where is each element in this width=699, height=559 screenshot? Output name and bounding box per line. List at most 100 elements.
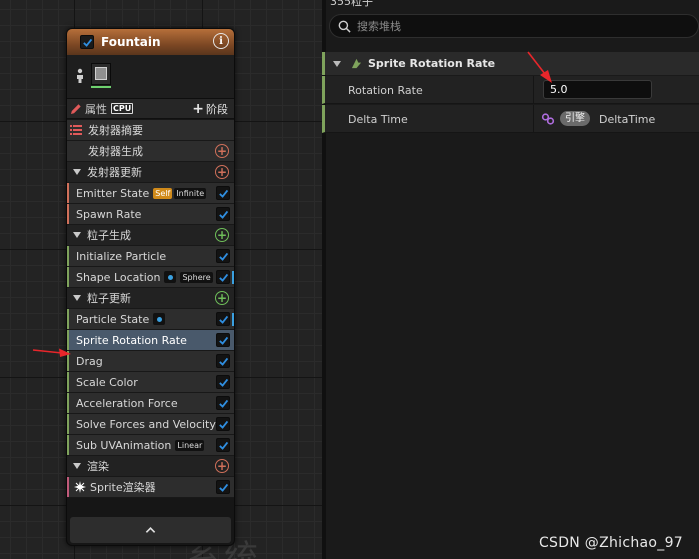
- search-box[interactable]: [329, 14, 699, 38]
- collapse-node-button[interactable]: [70, 517, 231, 543]
- properties-label: 属性: [85, 102, 107, 116]
- category-header-sprite-rotation-rate[interactable]: Sprite Rotation Rate: [322, 52, 699, 75]
- collapse-triangle-icon[interactable]: [73, 463, 81, 469]
- module-enable-checkbox[interactable]: [216, 249, 230, 263]
- checkmark-icon: [82, 38, 92, 47]
- checkmark-icon: [218, 210, 228, 219]
- collapse-triangle-icon[interactable]: [73, 232, 81, 238]
- module-enable-checkbox[interactable]: [216, 207, 230, 221]
- annotation-arrow-left: [32, 348, 71, 357]
- checkmark-icon: [218, 441, 228, 450]
- module-row-scale-color[interactable]: Scale Color: [67, 372, 234, 393]
- module-tag: Self: [153, 187, 173, 199]
- output-indicator: [232, 313, 234, 326]
- checkmark-icon: [218, 378, 228, 387]
- module-label: Acceleration Force: [76, 396, 178, 410]
- module-label: Sprite渲染器: [90, 481, 156, 494]
- module-row-emitter-state[interactable]: Emitter State Self Infinite: [67, 183, 234, 204]
- module-row-shape-location[interactable]: Shape Location Sphere: [67, 267, 234, 288]
- module-enable-checkbox[interactable]: [216, 396, 230, 410]
- emitter-enable-checkbox[interactable]: [80, 35, 94, 49]
- module-label: Shape Location: [76, 270, 161, 284]
- module-icon: [351, 58, 362, 69]
- pencil-icon: [71, 103, 81, 114]
- sparkle-icon: [74, 481, 86, 493]
- module-tag: Infinite: [174, 187, 207, 199]
- module-enable-checkbox[interactable]: [216, 417, 230, 431]
- add-module-icon[interactable]: +: [215, 165, 229, 179]
- module-row-acceleration-force[interactable]: Acceleration Force: [67, 393, 234, 414]
- module-enable-checkbox[interactable]: [216, 333, 230, 347]
- rotation-rate-input[interactable]: 5.0: [543, 80, 652, 99]
- column-splitter[interactable]: [533, 105, 534, 133]
- emitter-node[interactable]: Fountain i 属性 CPU + 阶段 发射器摘要发射器生成 + 发射器更新 +…: [66, 28, 235, 546]
- module-row-sprite[interactable]: Sprite渲染器: [67, 477, 234, 498]
- module-enable-checkbox[interactable]: [216, 186, 230, 200]
- checkmark-icon: [218, 252, 228, 261]
- module-label: Particle State: [76, 312, 150, 326]
- module-stack: 发射器摘要发射器生成 + 发射器更新 + Emitter State Self Infini…: [67, 120, 234, 498]
- link-icon[interactable]: [541, 112, 555, 126]
- section-label: 发射器更新: [87, 166, 142, 179]
- module-label: Solve Forces and Velocity: [76, 417, 216, 431]
- module-row-solve-forces-and-velocity[interactable]: Solve Forces and Velocity: [67, 414, 234, 435]
- checkmark-icon: [218, 189, 228, 198]
- stage-section-8[interactable]: 粒子更新 +: [67, 288, 234, 309]
- module-enable-checkbox[interactable]: [216, 270, 230, 284]
- module-row-sub-uvanimation[interactable]: Sub UVAnimation Linear: [67, 435, 234, 456]
- stage-section-2[interactable]: 发射器更新 +: [67, 162, 234, 183]
- add-module-icon[interactable]: +: [215, 228, 229, 242]
- module-enable-checkbox[interactable]: [216, 480, 230, 494]
- module-label: Emitter State: [76, 186, 150, 200]
- checkmark-icon: [218, 420, 228, 429]
- dot-indicator-icon: [153, 313, 166, 325]
- stage-section-5[interactable]: 粒子生成 +: [67, 225, 234, 246]
- list-icon: [70, 125, 82, 135]
- add-module-icon[interactable]: +: [215, 144, 229, 158]
- add-module-icon[interactable]: +: [215, 291, 229, 305]
- section-label: 粒子生成: [87, 229, 131, 242]
- category-title: Sprite Rotation Rate: [368, 57, 496, 70]
- property-row-rotation-rate: Rotation Rate 5.0: [322, 76, 699, 104]
- chevron-up-icon: [145, 526, 156, 533]
- module-enable-checkbox[interactable]: [216, 354, 230, 368]
- add-stage-button[interactable]: + 阶段: [192, 101, 228, 117]
- plus-icon: +: [192, 100, 204, 117]
- module-label: Sub UVAnimation: [76, 438, 172, 452]
- checkmark-icon: [218, 315, 228, 324]
- add-module-icon[interactable]: +: [215, 459, 229, 473]
- row-label: 发射器生成: [88, 145, 143, 158]
- module-tag: Sphere: [180, 271, 213, 283]
- module-row-sprite-rotation-rate[interactable]: Sprite Rotation Rate: [67, 330, 234, 351]
- module-row-particle-state[interactable]: Particle State: [67, 309, 234, 330]
- emitter-node-header[interactable]: Fountain i: [67, 29, 234, 55]
- collapse-triangle-icon[interactable]: [73, 169, 81, 175]
- emitter-thumbnail[interactable]: [91, 63, 111, 85]
- checkmark-icon: [218, 357, 228, 366]
- module-row-drag[interactable]: Drag: [67, 351, 234, 372]
- checkmark-icon: [218, 399, 228, 408]
- csdn-watermark: CSDN @Zhichao_97: [538, 535, 683, 551]
- delta-time-value[interactable]: DeltaTime: [599, 113, 655, 126]
- module-enable-checkbox[interactable]: [216, 438, 230, 452]
- module-row-spawn-rate[interactable]: Spawn Rate: [67, 204, 234, 225]
- module-row-initialize-particle[interactable]: Initialize Particle: [67, 246, 234, 267]
- search-input[interactable]: [357, 19, 677, 33]
- checkmark-icon: [218, 483, 228, 492]
- properties-bar[interactable]: 属性 CPU + 阶段: [67, 99, 234, 119]
- engine-badge: 引擎: [560, 111, 590, 126]
- stage-row-1[interactable]: 发射器生成 +: [67, 141, 234, 162]
- checkmark-icon: [218, 336, 228, 345]
- collapse-triangle-icon[interactable]: [73, 295, 81, 301]
- stage-section-16[interactable]: 渲染 +: [67, 456, 234, 477]
- emitter-summary-row[interactable]: 发射器摘要: [67, 120, 234, 141]
- dot-indicator-icon: [164, 271, 177, 283]
- cpu-badge: CPU: [111, 103, 134, 114]
- property-name: Delta Time: [348, 113, 408, 126]
- module-enable-checkbox[interactable]: [216, 312, 230, 326]
- search-icon: [338, 20, 351, 33]
- info-icon[interactable]: i: [213, 33, 229, 49]
- module-enable-checkbox[interactable]: [216, 375, 230, 389]
- row-label: 发射器摘要: [88, 124, 143, 137]
- collapse-triangle-icon[interactable]: [333, 60, 341, 67]
